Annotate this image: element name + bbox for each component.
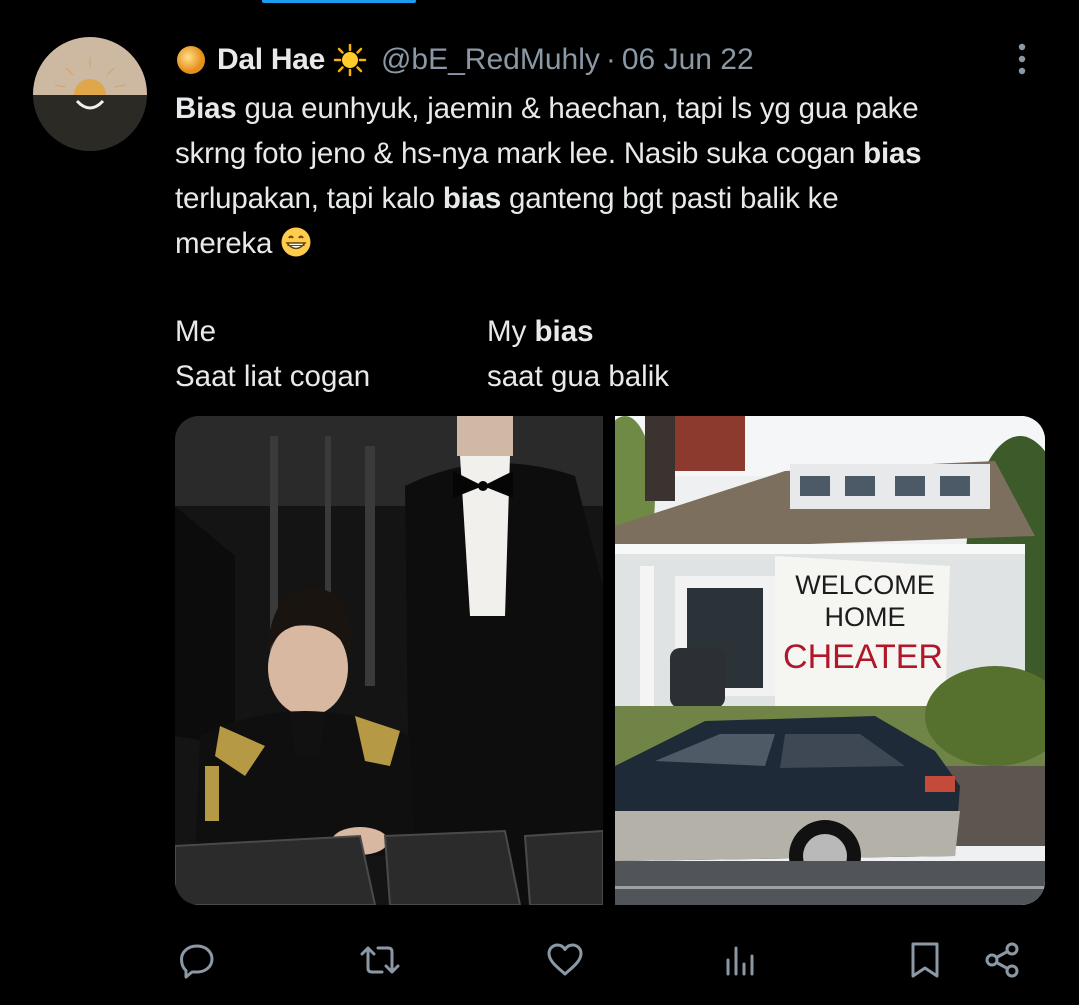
separator-dot: ·: [605, 43, 616, 76]
bold-keyword: Bias: [175, 92, 237, 125]
handle[interactable]: @bE_RedMuhly: [381, 43, 600, 77]
tweet-line-2: skrng foto jeno & hs-nya mark lee. Nasib…: [175, 131, 1055, 176]
views-button[interactable]: [718, 938, 762, 982]
text-segment: ganteng bgt pasti balik ke: [501, 182, 839, 215]
text-segment: terlupakan, tapi kalo: [175, 182, 443, 215]
more-button[interactable]: [1010, 42, 1034, 76]
tweet-line-1: Bias gua eunhyuk, jaemin & haechan, tapi…: [175, 86, 1055, 131]
more-vertical-icon: [1010, 42, 1034, 76]
bold-keyword: bias: [442, 182, 502, 215]
avatar[interactable]: [33, 37, 147, 151]
photo-man-in-jacket[interactable]: [175, 416, 603, 905]
tweet-date[interactable]: 06 Jun 22: [622, 43, 754, 77]
text-segment: My: [487, 315, 535, 348]
retweet-button[interactable]: [358, 938, 402, 982]
bold-keyword: bias: [863, 137, 922, 170]
bold-keyword: bias: [534, 315, 594, 348]
text-segment: mereka: [175, 227, 273, 260]
text-segment: gua eunhyuk, jaemin & haechan, tapi ls y…: [236, 92, 919, 125]
tweet-text: Bias gua eunhyuk, jaemin & haechan, tapi…: [175, 86, 1055, 266]
media-grid: WELCOME HOME CHEATER: [175, 416, 1045, 905]
banner-text-2: HOME: [825, 602, 906, 632]
caption-left-line-2: Saat liat cogan: [175, 360, 371, 393]
bookmark-button[interactable]: [903, 938, 947, 982]
photo-house-welcome-banner[interactable]: WELCOME HOME CHEATER: [615, 416, 1045, 905]
retweet-icon: [358, 940, 402, 980]
bookmark-icon: [905, 940, 945, 980]
views-icon: [720, 940, 760, 980]
like-icon: [545, 940, 585, 980]
reply-icon: [177, 940, 217, 980]
tweet-line-4: mereka: [175, 221, 1055, 266]
banner-text-1: WELCOME: [795, 570, 935, 600]
active-tab-indicator: [262, 0, 416, 3]
share-button[interactable]: [980, 938, 1024, 982]
caption-left: Me Saat liat cogan: [175, 309, 370, 399]
tweet-line-3: terlupakan, tapi kalo bias ganteng bgt p…: [175, 176, 1055, 221]
sun-emoji-icon: [333, 43, 367, 77]
caption-right-line-2: saat gua balik: [487, 360, 670, 393]
share-icon: [982, 940, 1022, 980]
grinning-face-icon: [280, 226, 312, 258]
reply-button[interactable]: [175, 938, 219, 982]
caption-right: My bias saat gua balik: [487, 309, 669, 399]
like-button[interactable]: [543, 938, 587, 982]
tweet-actions: [0, 930, 1079, 990]
caption-left-line-1: Me: [175, 315, 216, 348]
tweet-header: Dal Hae @bE_RedMuhly · 06 Jun 22: [175, 40, 754, 80]
text-segment: skrng foto jeno & hs-nya mark lee. Nasib…: [175, 137, 864, 170]
banner-text-3: CHEATER: [783, 638, 943, 676]
display-name[interactable]: Dal Hae: [217, 43, 325, 77]
sun-orb-icon: [175, 44, 207, 76]
caption-right-line-1: My bias: [487, 309, 669, 354]
